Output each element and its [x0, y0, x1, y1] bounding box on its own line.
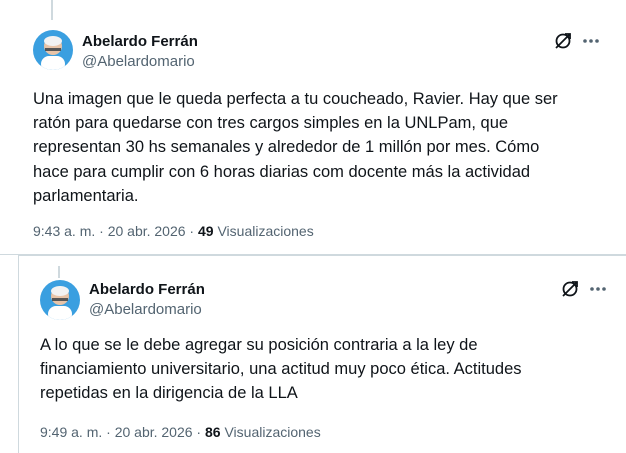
- tweet-text: Una imagen que le queda perfecta a tu co…: [33, 87, 593, 208]
- views-count[interactable]: 86: [205, 424, 221, 440]
- tweet[interactable]: Abelardo Ferrán @Abelardomario Una image…: [0, 0, 626, 255]
- tweet-text-line: A lo que se le debe agregar su posición …: [40, 336, 478, 354]
- grok-icon[interactable]: [559, 278, 581, 300]
- thread-line: [58, 266, 60, 278]
- avatar[interactable]: [40, 280, 80, 320]
- tweet-text-line: parlamentaria.: [33, 186, 139, 205]
- timestamp[interactable]: 9:49 a. m. · 20 abr. 2026 ·: [40, 424, 205, 440]
- tweet-text: A lo que se le debe agregar su posición …: [40, 333, 600, 406]
- tweet-text-line: hace para cumplir con 6 horas diarias co…: [33, 162, 531, 181]
- tweet-meta: 9:43 a. m. · 20 abr. 2026 · 49 Visualiza…: [33, 223, 314, 239]
- author-handle[interactable]: @Abelardomario: [89, 301, 202, 318]
- author-name[interactable]: Abelardo Ferrán: [89, 281, 205, 298]
- views-label: Visualizaciones: [213, 223, 314, 239]
- views-count[interactable]: 49: [198, 223, 214, 239]
- tweet-text-line: financiamiento universitario, una actitu…: [40, 360, 522, 379]
- author-handle[interactable]: @Abelardomario: [82, 53, 195, 70]
- author-name[interactable]: Abelardo Ferrán: [82, 33, 198, 50]
- tweet-meta: 9:49 a. m. · 20 abr. 2026 · 86 Visualiza…: [40, 424, 321, 440]
- timestamp[interactable]: 9:43 a. m. · 20 abr. 2026 ·: [33, 223, 198, 239]
- tweet-text-line: repetidas en la dirigencia de la LLA: [40, 384, 298, 403]
- tweet-text-line: ratón para quedarse con tres cargos simp…: [33, 114, 509, 133]
- grok-icon[interactable]: [552, 30, 574, 52]
- tweet[interactable]: Abelardo Ferrán @Abelardomario A lo que …: [18, 255, 626, 453]
- thread-line: [51, 0, 53, 20]
- more-icon[interactable]: [580, 30, 602, 52]
- tweet-text-line: Una imagen que le queda perfecta a tu co…: [33, 90, 558, 108]
- avatar[interactable]: [33, 30, 73, 70]
- more-icon[interactable]: [587, 278, 609, 300]
- tweet-text-line: representan 30 hs semanales y alrededor …: [33, 138, 540, 157]
- views-label: Visualizaciones: [220, 424, 321, 440]
